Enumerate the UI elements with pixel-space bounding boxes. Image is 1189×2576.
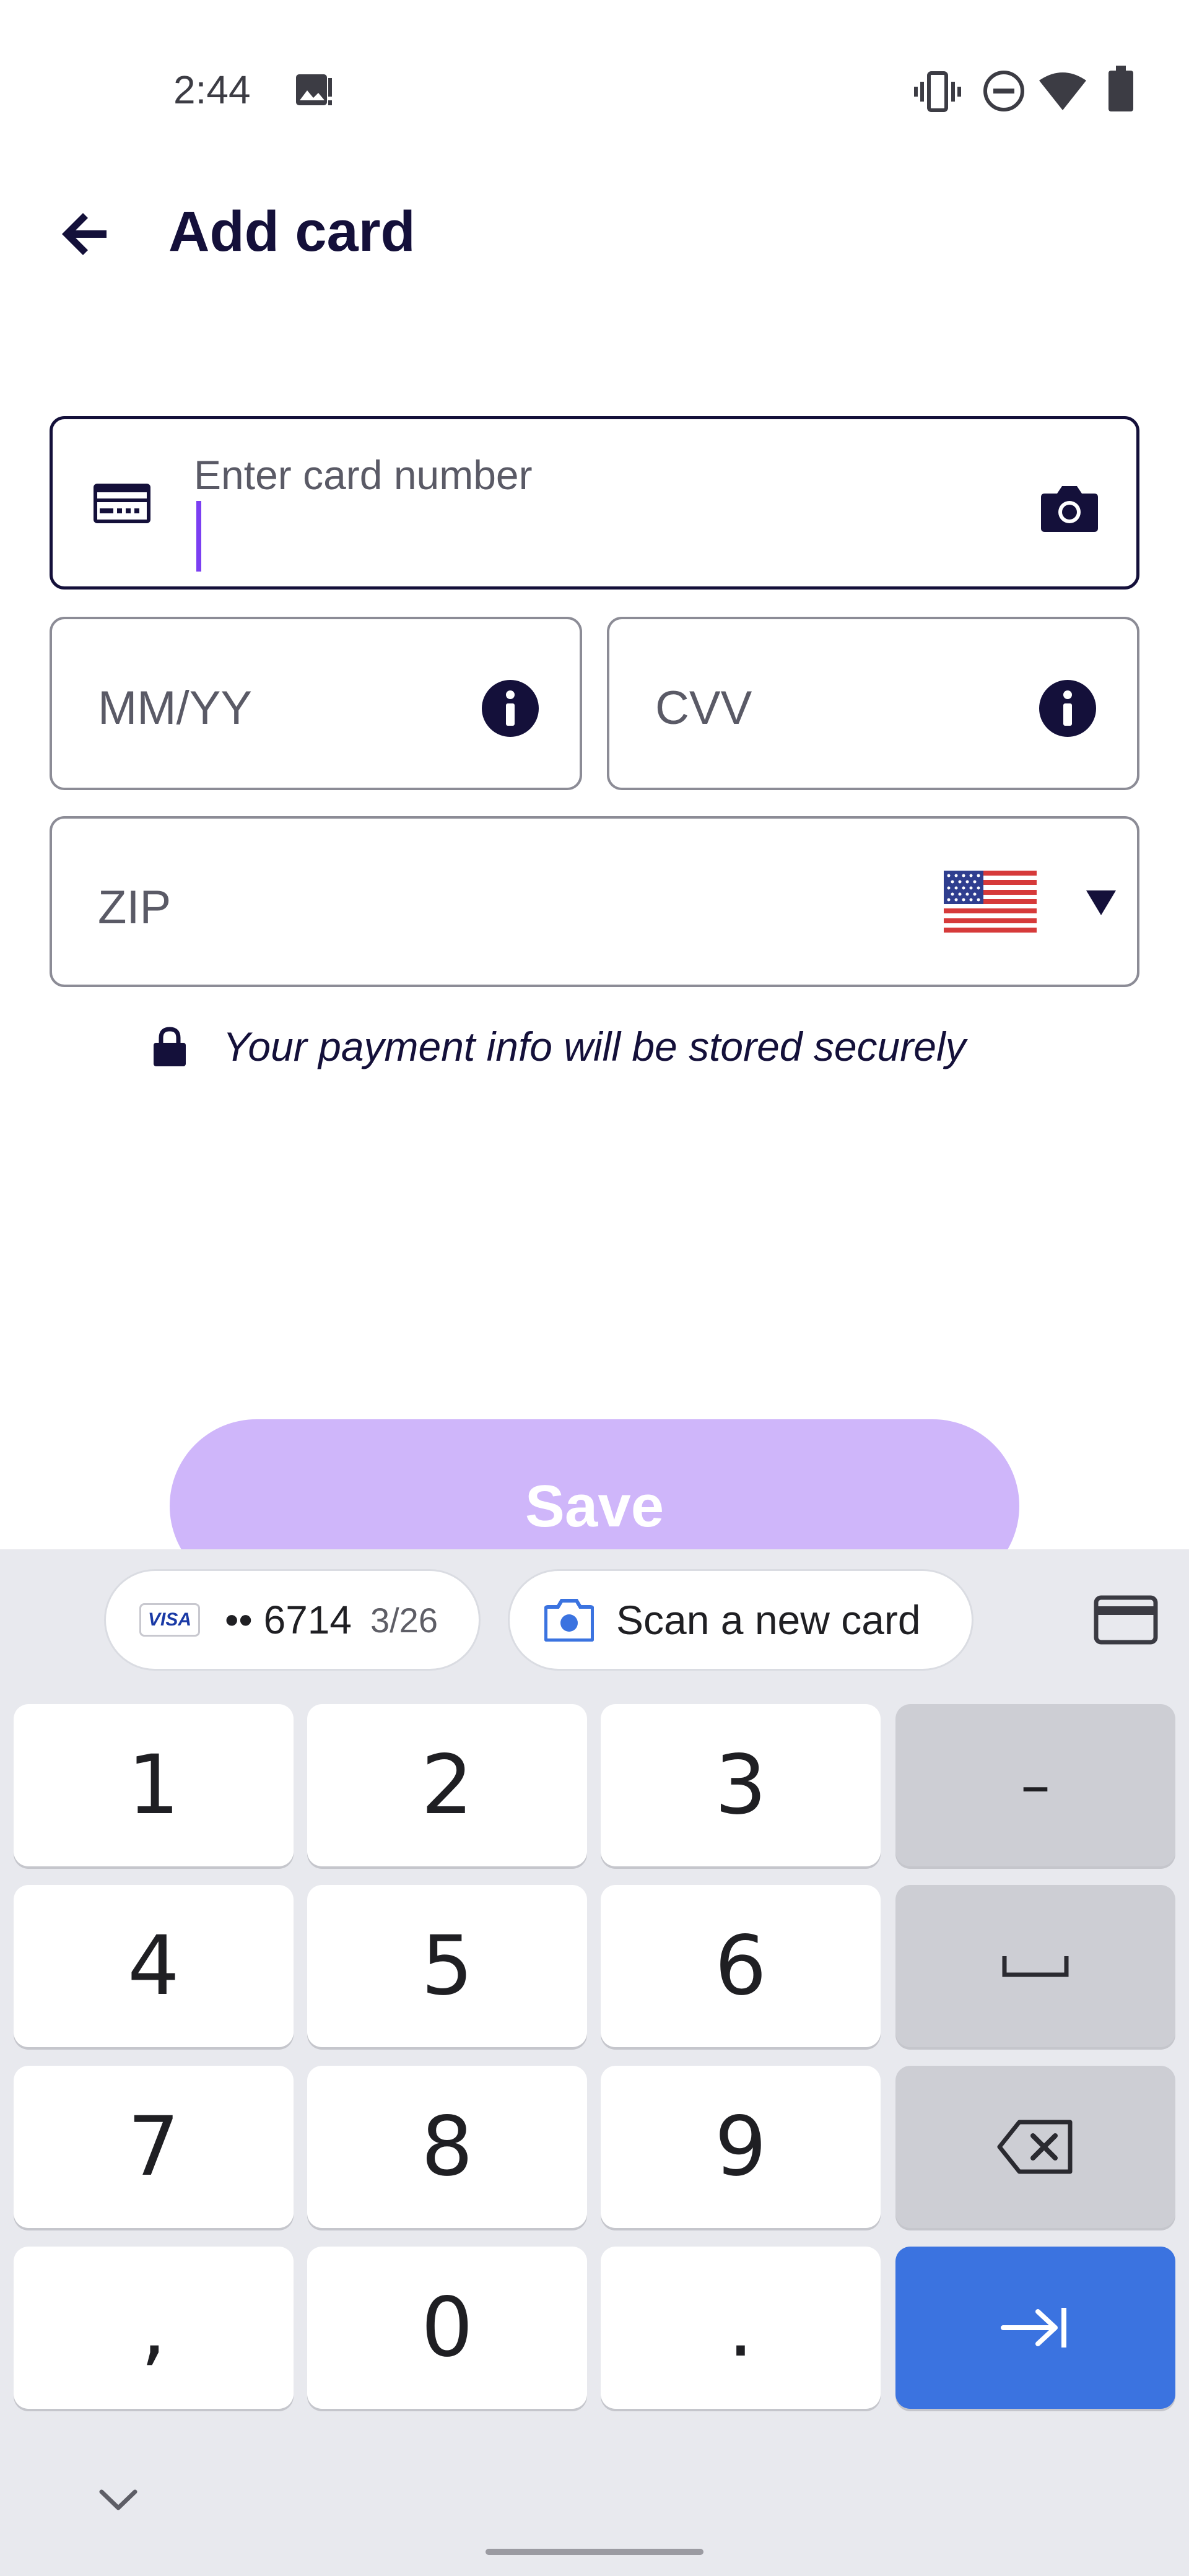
status-time: 2:44 [173, 67, 251, 112]
zip-field[interactable]: ZIP [50, 816, 1139, 987]
camera-icon [544, 1599, 594, 1642]
key-4[interactable]: 4 [14, 1885, 294, 2047]
key-minus[interactable]: – [895, 1704, 1175, 1866]
numeric-keyboard [0, 1549, 1189, 2576]
chevron-down-icon[interactable] [98, 2487, 139, 2514]
us-flag-icon[interactable] [944, 871, 1037, 933]
scan-card-label: Scan a new card [616, 1597, 921, 1643]
gesture-nav-handle[interactable] [486, 2549, 703, 2555]
key-period[interactable]: . [601, 2247, 881, 2409]
saved-card-suggestion[interactable]: VISA •• 6714 3/26 [104, 1569, 481, 1671]
key-comma[interactable]: , [14, 2247, 294, 2409]
key-space[interactable] [895, 1885, 1175, 2047]
visa-logo-text: VISA [147, 1609, 192, 1630]
saved-card-expiry: 3/26 [370, 1600, 438, 1640]
key-2[interactable]: 2 [307, 1704, 587, 1866]
scan-card-suggestion[interactable]: Scan a new card [508, 1569, 973, 1671]
cvv-placeholder: CVV [655, 682, 752, 734]
do-not-disturb-icon [983, 71, 1024, 111]
battery-icon [1108, 66, 1133, 111]
key-backspace[interactable] [895, 2066, 1175, 2228]
arrow-left-icon[interactable] [59, 208, 111, 260]
backspace-icon [997, 2120, 1073, 2174]
camera-icon[interactable] [1040, 484, 1099, 533]
wifi-icon [1039, 72, 1086, 110]
credit-card-icon [94, 484, 150, 523]
secure-note-text: Your payment info will be stored securel… [223, 1024, 966, 1069]
card-number-label: Enter card number [194, 452, 533, 498]
next-field-icon [1001, 2308, 1066, 2348]
vibrate-icon [914, 71, 961, 112]
credit-card-icon[interactable] [1094, 1595, 1158, 1645]
secure-note: Your payment info will be stored securel… [152, 1016, 966, 1077]
lock-icon [154, 1027, 186, 1066]
key-7[interactable]: 7 [14, 2066, 294, 2228]
info-icon[interactable] [481, 679, 540, 738]
text-cursor [196, 501, 201, 572]
key-0[interactable]: 0 [307, 2247, 587, 2409]
page-title: Add card [168, 200, 416, 263]
card-number-field[interactable]: Enter card number [50, 416, 1139, 590]
expiry-field[interactable]: MM/YY [50, 617, 582, 790]
space-icon [1002, 1956, 1069, 1977]
key-3[interactable]: 3 [601, 1704, 881, 1866]
image-notification-icon [296, 74, 332, 105]
key-1[interactable]: 1 [14, 1704, 294, 1866]
key-6[interactable]: 6 [601, 1885, 881, 2047]
key-9[interactable]: 9 [601, 2066, 881, 2228]
zip-placeholder: ZIP [98, 881, 172, 934]
visa-logo: VISA [139, 1603, 200, 1637]
key-5[interactable]: 5 [307, 1885, 587, 2047]
key-8[interactable]: 8 [307, 2066, 587, 2228]
expiry-placeholder: MM/YY [98, 682, 253, 734]
info-icon[interactable] [1038, 679, 1097, 738]
key-next[interactable] [895, 2247, 1175, 2409]
triangle-down-icon[interactable] [1085, 889, 1117, 916]
cvv-field[interactable]: CVV [607, 617, 1139, 790]
status-bar: 2:44 [0, 0, 1189, 186]
saved-card-number: •• 6714 [225, 1598, 352, 1642]
